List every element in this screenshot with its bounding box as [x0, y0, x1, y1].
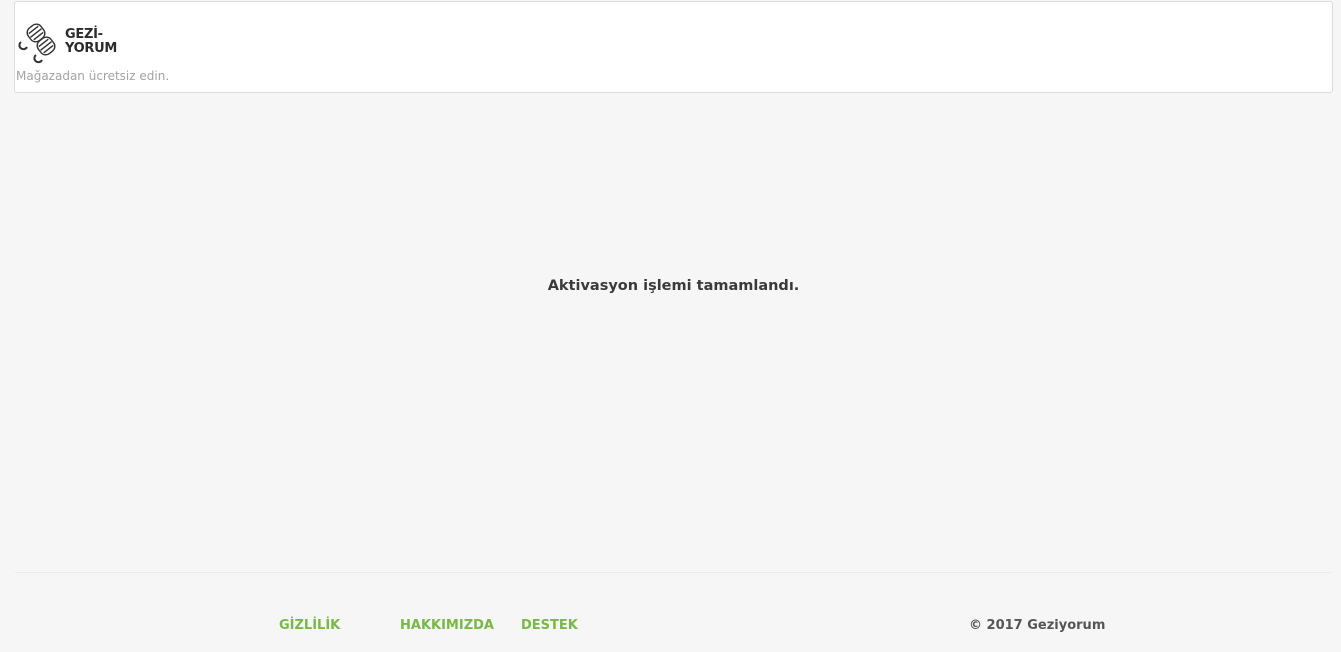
- activation-message: Aktivasyon işlemi tamamlandı.: [547, 278, 800, 294]
- logo-text-line2: YORUM: [65, 41, 118, 56]
- footprints-icon: [18, 23, 56, 64]
- footer-link-support[interactable]: DESTEK: [521, 618, 578, 633]
- logo-text: GEZİ- YORUM: [65, 28, 117, 56]
- footer-divider: [15, 572, 1331, 573]
- footer-link-privacy[interactable]: GİZLİLİK: [279, 618, 340, 633]
- footer-link-about[interactable]: HAKKIMIZDA: [400, 618, 494, 633]
- tagline: Mağazadan ücretsiz edin.: [16, 69, 170, 83]
- copyright: © 2017 Geziyorum: [969, 618, 1106, 633]
- logo-text-line1: GEZİ-: [65, 27, 103, 42]
- site-logo[interactable]: GEZİ- YORUM: [16, 16, 120, 68]
- header: GEZİ- YORUM Mağazadan ücretsiz edin.: [14, 1, 1333, 93]
